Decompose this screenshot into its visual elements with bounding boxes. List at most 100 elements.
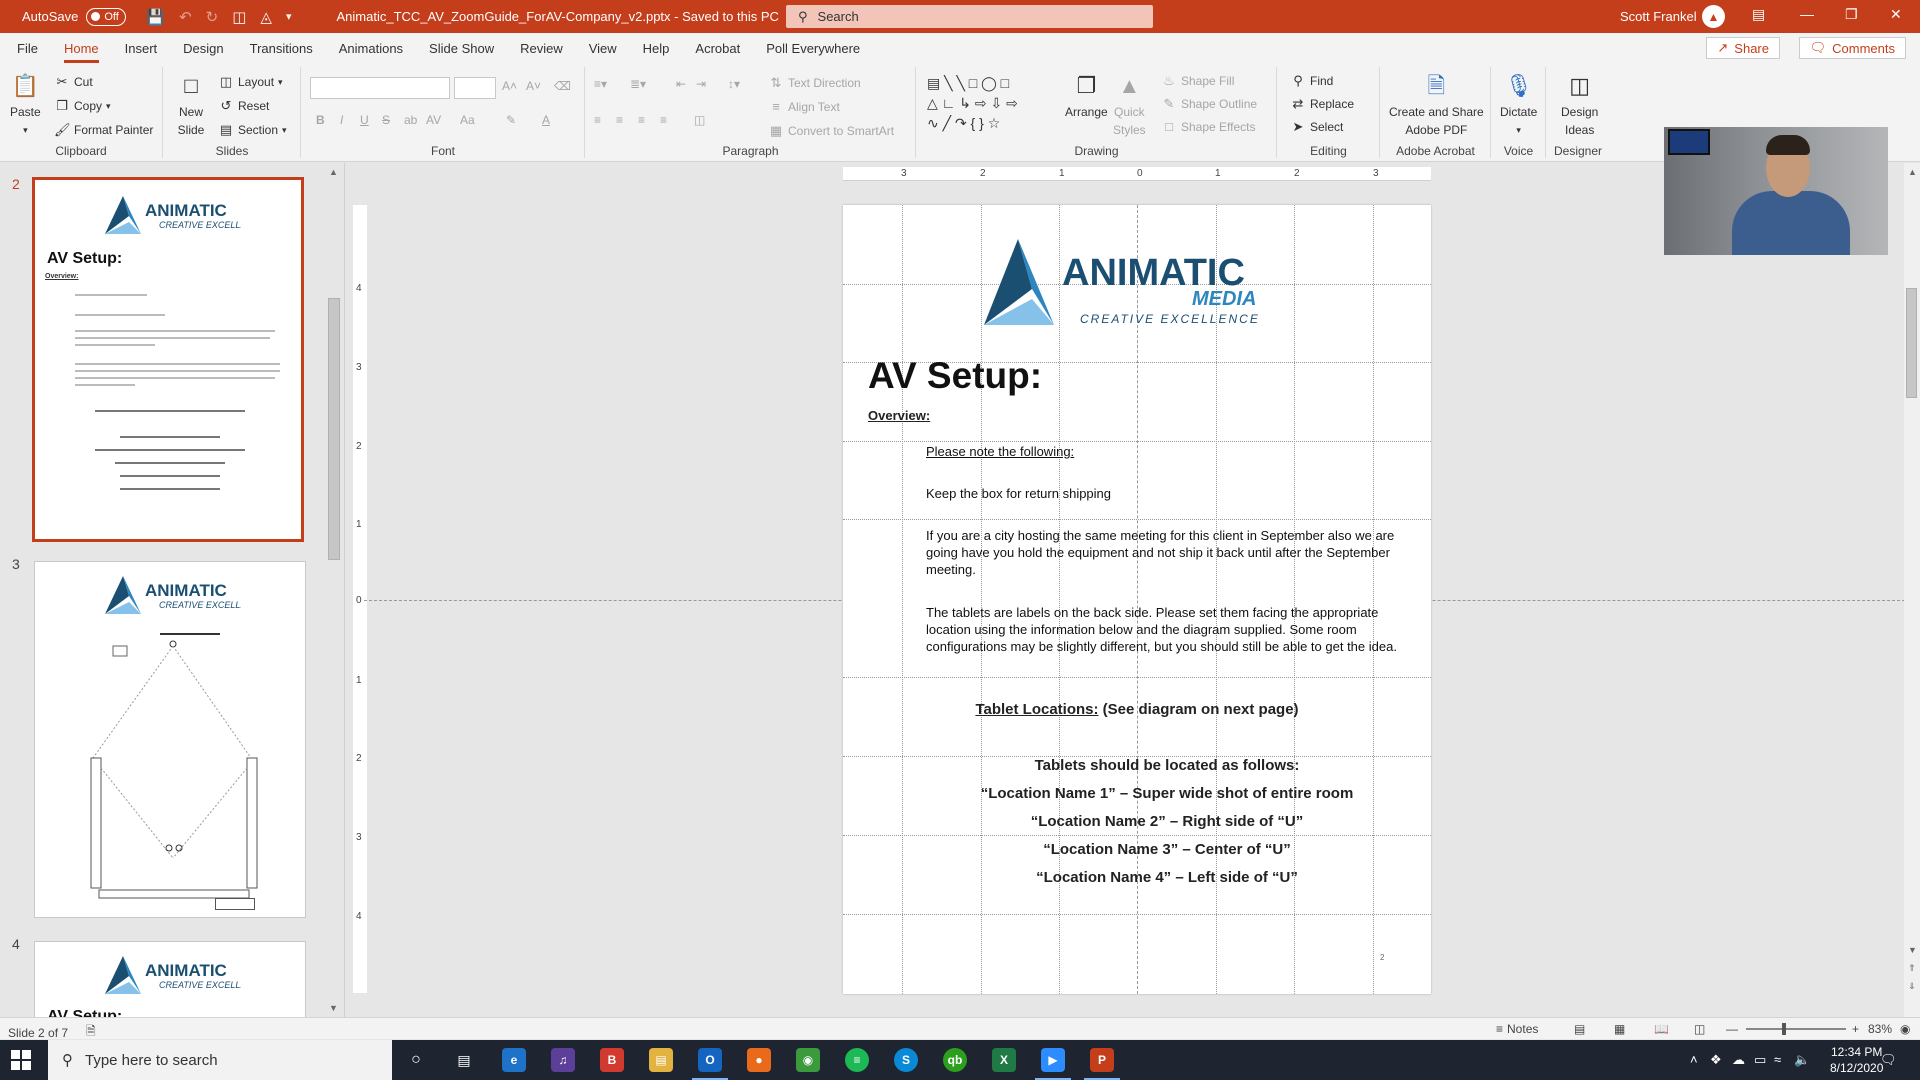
tab-transitions[interactable]: Transitions <box>250 41 328 63</box>
cortana-icon[interactable]: ○ <box>404 1048 428 1072</box>
slide-title[interactable]: AV Setup: <box>868 355 1042 397</box>
shadow-button[interactable]: ab <box>404 113 417 127</box>
tab-slide-show[interactable]: Slide Show <box>429 41 509 63</box>
reset-button[interactable]: ↺ Reset <box>218 98 270 114</box>
fit-to-window-icon[interactable]: ◉ <box>1900 1022 1910 1036</box>
columns-icon[interactable]: ◫ <box>694 113 705 127</box>
note-keep-box[interactable]: Keep the box for return shipping <box>926 485 1406 502</box>
reading-view-icon[interactable]: 📖 <box>1654 1022 1669 1036</box>
zoom-slider-thumb[interactable] <box>1782 1023 1786 1035</box>
restore-icon[interactable]: ❐ <box>1845 6 1858 23</box>
tablet-locations-heading[interactable]: Tablet Locations: (See diagram on next p… <box>843 701 1431 718</box>
scroll-down-icon[interactable]: ▼ <box>1908 945 1917 955</box>
tab-view[interactable]: View <box>589 41 632 63</box>
present-from-current-icon[interactable]: ◬ <box>260 8 272 26</box>
zoom-icon[interactable]: ▶ <box>1035 1048 1071 1080</box>
shapes-gallery[interactable]: ▤ ╲ ╲ □ ◯ □ △ ∟ ↳ ⇨ ⇩ ⇨ ∿ ╱ ↷ { } ☆ <box>927 73 1059 135</box>
justify-icon[interactable]: ≡ <box>660 113 667 127</box>
edge-icon[interactable]: e <box>502 1048 526 1072</box>
tab-insert[interactable]: Insert <box>125 41 173 63</box>
decrease-indent-icon[interactable]: ⇤ <box>676 77 686 91</box>
thumbnail-scrollbar[interactable]: ▲ ▼ <box>327 163 341 1017</box>
clear-formatting-icon[interactable]: ⌫ <box>554 79 571 93</box>
tab-file[interactable]: File <box>17 41 53 63</box>
minimize-icon[interactable]: — <box>1800 6 1814 22</box>
text-direction-button[interactable]: ⇅ Text Direction <box>768 75 861 91</box>
document-title[interactable]: Animatic_TCC_AV_ZoomGuide_ForAV-Company_… <box>336 9 778 24</box>
slide-thumbnail-2[interactable]: ANIMATIC CREATIVE EXCELLENCE AV Setup: O… <box>32 177 304 542</box>
character-spacing-button[interactable]: AV <box>426 113 441 127</box>
arrange-button[interactable]: ❐ Arrange <box>1065 71 1108 120</box>
locations-heading[interactable]: Tablets should be located as follows: <box>903 757 1431 774</box>
customize-qat-icon[interactable]: ▾ <box>286 10 292 23</box>
line-spacing-icon[interactable]: ↕▾ <box>728 77 740 91</box>
shape-fill-button[interactable]: ♨ Shape Fill <box>1161 73 1234 89</box>
select-button[interactable]: ➤ Select <box>1290 119 1344 135</box>
numbering-icon[interactable]: ≣▾ <box>630 77 646 91</box>
present-from-start-icon[interactable]: ◫ <box>232 8 246 26</box>
slide-sorter-icon[interactable]: ▦ <box>1614 1022 1625 1036</box>
file-explorer-icon[interactable]: ▤ <box>649 1048 673 1072</box>
cloud-icon[interactable]: ☁ <box>1732 1052 1745 1068</box>
decrease-font-icon[interactable]: A˅ <box>526 79 541 93</box>
tab-poll-everywhere[interactable]: Poll Everywhere <box>766 41 875 63</box>
format-painter-button[interactable]: 🖌 Format Painter <box>54 122 153 138</box>
tab-design[interactable]: Design <box>183 41 238 63</box>
wifi-icon[interactable]: ≈ <box>1774 1052 1781 1067</box>
volume-icon[interactable]: 🔈 <box>1794 1052 1810 1068</box>
autosave-control[interactable]: AutoSave Off <box>22 7 127 26</box>
skype-icon[interactable]: S <box>894 1048 918 1072</box>
align-left-icon[interactable]: ≡ <box>594 113 601 127</box>
quickbooks-icon[interactable]: qb <box>943 1048 967 1072</box>
create-share-pdf-button[interactable]: 🗎 Create and Share Adobe PDF <box>1389 71 1484 138</box>
overview-heading[interactable]: Overview: <box>868 408 930 423</box>
comments-button[interactable]: 🗨 Comments <box>1798 37 1906 59</box>
thumbnail-scroll-thumb[interactable] <box>328 298 340 560</box>
zoom-out-icon[interactable]: — <box>1726 1022 1738 1036</box>
taskbar-clock[interactable]: 12:34 PM 8/12/2020 <box>1830 1044 1883 1076</box>
app-icon-b[interactable]: B <box>600 1048 624 1072</box>
new-slide-button[interactable]: □ New Slide <box>176 71 206 138</box>
note-please-note[interactable]: Please note the following: <box>926 443 1406 460</box>
close-icon[interactable]: ✕ <box>1890 6 1902 23</box>
slideshow-icon[interactable]: ◫ <box>1694 1022 1705 1036</box>
align-text-button[interactable]: ≡ Align Text <box>768 99 840 114</box>
note-september-hosting[interactable]: If you are a city hosting the same meeti… <box>926 527 1396 578</box>
convert-smartart-button[interactable]: ▦ Convert to SmartArt <box>768 123 894 139</box>
italic-button[interactable]: I <box>340 113 343 127</box>
powerpoint-icon[interactable]: P <box>1084 1048 1120 1080</box>
windows-start-icon[interactable] <box>10 1049 32 1071</box>
slide-thumbnail-3[interactable]: ANIMATIC CREATIVE EXCELLENCE <box>34 561 306 918</box>
cut-button[interactable]: ✂ Cut <box>54 74 93 90</box>
tab-animations[interactable]: Animations <box>339 41 418 63</box>
redo-icon[interactable]: ↻ <box>206 8 219 26</box>
replace-button[interactable]: ⇄ Replace <box>1290 96 1354 112</box>
find-button[interactable]: ⚲ Find <box>1290 73 1333 89</box>
design-ideas-button[interactable]: ◫ Design Ideas <box>1561 71 1598 138</box>
increase-indent-icon[interactable]: ⇥ <box>696 77 706 91</box>
chrome-icon[interactable]: ◉ <box>796 1048 820 1072</box>
share-button[interactable]: ↗ Share <box>1706 37 1780 59</box>
paste-button[interactable]: 📋 Paste ▾ <box>10 71 41 137</box>
scroll-up-icon[interactable]: ▲ <box>329 167 338 177</box>
tab-acrobat[interactable]: Acrobat <box>695 41 755 63</box>
note-tablet-labels[interactable]: The tablets are labels on the back side.… <box>926 604 1421 655</box>
section-button[interactable]: ▤ Section ▾ <box>218 122 287 138</box>
search-box[interactable]: ⚲ Search <box>786 5 1153 28</box>
tab-home[interactable]: Home <box>63 41 114 63</box>
align-right-icon[interactable]: ≡ <box>638 113 645 127</box>
tab-help[interactable]: Help <box>643 41 685 63</box>
tray-expand-icon[interactable]: ˄ <box>1690 1052 1698 1067</box>
location-item[interactable]: “Location Name 1” – Super wide shot of e… <box>903 785 1431 802</box>
app-icon-purple[interactable]: ♫ <box>551 1048 575 1072</box>
bold-button[interactable]: B <box>316 113 325 127</box>
dropbox-icon[interactable]: ❖ <box>1710 1052 1722 1068</box>
highlight-icon[interactable]: ✎ <box>506 113 516 127</box>
dictate-button[interactable]: 🎙 Dictate ▾ <box>1500 71 1537 137</box>
location-item[interactable]: “Location Name 4” – Left side of “U” <box>903 869 1431 886</box>
animatic-media-logo[interactable]: ANIMATIC MEDIA CREATIVE EXCELLENCE <box>980 235 1300 331</box>
undo-icon[interactable]: ↶ <box>179 8 192 26</box>
save-icon[interactable]: 💾 <box>146 8 165 26</box>
scroll-up-icon[interactable]: ▲ <box>1908 167 1917 177</box>
task-view-icon[interactable]: ▤ <box>452 1048 476 1072</box>
